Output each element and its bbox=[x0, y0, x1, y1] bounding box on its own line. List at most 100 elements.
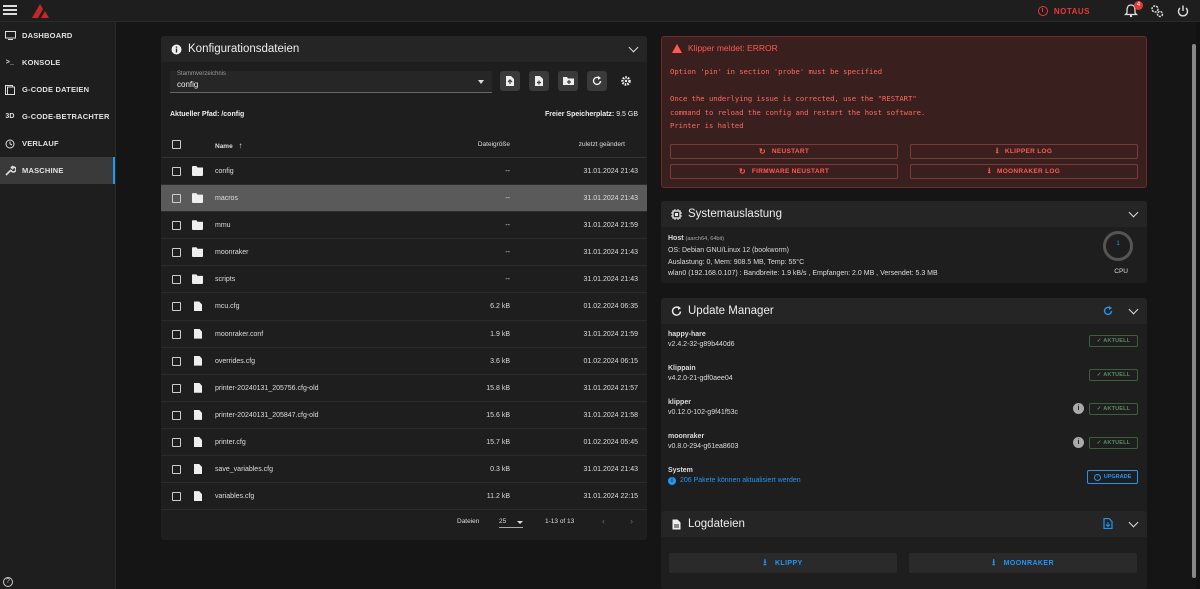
row-checkbox[interactable] bbox=[172, 275, 181, 285]
help-icon[interactable]: ? bbox=[3, 577, 13, 587]
nav-dashboard[interactable]: DASHBOARD bbox=[0, 22, 115, 49]
table-row[interactable]: config -- 31.01.2024 21:43 bbox=[161, 158, 647, 186]
column-size[interactable]: Dateigröße bbox=[478, 141, 510, 148]
sidebar: DASHBOARD >_ KONSOLE G-CODE DATEIEN 3D G-C… bbox=[0, 22, 116, 589]
row-checkbox[interactable] bbox=[172, 410, 181, 420]
klippy-log-button[interactable]: ⭳ KLIPPY bbox=[669, 553, 897, 573]
nav-gcode-viewer[interactable]: 3D G-CODE-BETRACHTER bbox=[0, 103, 115, 130]
file-icon bbox=[194, 328, 202, 339]
file-icon bbox=[194, 464, 202, 475]
nav-console[interactable]: >_ KONSOLE bbox=[0, 49, 115, 76]
file-size: -- bbox=[505, 222, 510, 230]
upgrade-button[interactable]: ↑ UPGRADE bbox=[1087, 470, 1138, 484]
restart-button[interactable]: ↻ NEUSTART bbox=[670, 144, 898, 159]
table-row[interactable]: overrides.cfg 3.6 kB 01.02.2024 06:15 bbox=[161, 348, 647, 375]
select-all-checkbox[interactable] bbox=[172, 140, 181, 149]
file-icon bbox=[194, 301, 202, 312]
per-page-select[interactable]: 25 bbox=[499, 518, 523, 528]
update-item-moonraker: moonraker v0.8.0-294-g61ea8603 bbox=[668, 433, 739, 450]
emergency-stop-button[interactable]: NOTAUS bbox=[1037, 6, 1090, 16]
row-checkbox[interactable] bbox=[172, 437, 181, 447]
file-document-icon bbox=[672, 519, 681, 529]
up-to-date-badge: ✓ AKTUELL bbox=[1089, 437, 1138, 449]
file-icon bbox=[4, 84, 16, 95]
upload-file-button[interactable] bbox=[500, 71, 520, 91]
row-checkbox[interactable] bbox=[172, 465, 181, 475]
table-row[interactable]: printer-20240131_205756.cfg-old 15.8 kB 31… bbox=[161, 375, 647, 402]
file-name: mcu.cfg bbox=[215, 303, 240, 311]
settings-button[interactable] bbox=[616, 71, 636, 91]
new-file-button[interactable] bbox=[529, 71, 549, 91]
file-date: 31.01.2024 21:57 bbox=[583, 384, 639, 392]
bell-icon[interactable]: 4 bbox=[1123, 1, 1143, 18]
file-name: moonraker bbox=[215, 249, 249, 257]
row-checkbox[interactable] bbox=[172, 383, 181, 393]
nav-gcode-files[interactable]: G-CODE DATEIEN bbox=[0, 76, 115, 103]
table-row[interactable]: macros -- 31.01.2024 21:43 bbox=[161, 185, 647, 213]
table-row[interactable]: moonraker.conf 1.9 kB 31.01.2024 21:59 bbox=[161, 321, 647, 348]
chevron-down-icon[interactable] bbox=[1128, 517, 1139, 528]
table-row[interactable]: mmu -- 31.01.2024 21:59 bbox=[161, 212, 647, 240]
row-checkbox[interactable] bbox=[172, 221, 181, 231]
chevron-down-icon[interactable] bbox=[1128, 304, 1139, 315]
klipper-error-panel: Klipper meldet: ERROR Option 'pin' in se… bbox=[661, 36, 1147, 188]
info-icon: i bbox=[668, 477, 676, 485]
folder-plus-icon bbox=[563, 77, 574, 85]
moonraker-log-button[interactable]: ⭳ MOONRAKER LOG bbox=[910, 164, 1138, 179]
main-content: Konfigurationsdateien Stammverzeichnis c… bbox=[116, 22, 1196, 589]
table-row[interactable]: printer.cfg 15.7 kB 01.02.2024 05:45 bbox=[161, 429, 647, 457]
error-message: Option 'pin' in section 'probe' must be … bbox=[670, 67, 926, 130]
row-checkbox[interactable] bbox=[172, 194, 181, 204]
row-checkbox[interactable] bbox=[172, 167, 181, 176]
new-folder-button[interactable] bbox=[558, 71, 578, 91]
klipper-log-button[interactable]: ⭳ KLIPPER LOG bbox=[910, 144, 1138, 159]
power-icon[interactable] bbox=[1176, 4, 1190, 18]
file-date: 01.02.2024 06:15 bbox=[583, 357, 639, 365]
table-row[interactable]: save_variables.cfg 0.3 kB 31.01.2024 21:43 bbox=[161, 456, 647, 484]
wrench-icon bbox=[4, 165, 16, 176]
folder-icon bbox=[192, 274, 203, 285]
info-button[interactable]: i bbox=[1073, 403, 1084, 414]
file-date: 31.01.2024 21:43 bbox=[583, 168, 639, 175]
file-download-icon[interactable] bbox=[1103, 518, 1113, 529]
column-name[interactable]: Name ↑ bbox=[215, 141, 243, 150]
config-files-panel: Konfigurationsdateien Stammverzeichnis c… bbox=[161, 36, 647, 540]
file-icon bbox=[194, 355, 202, 366]
host-info: Host (aarch64, 64bit) OS: Debian GNU/Lin… bbox=[668, 235, 938, 277]
table-row[interactable]: moonraker -- 31.01.2024 21:43 bbox=[161, 239, 647, 267]
refresh-icon[interactable] bbox=[1103, 306, 1113, 316]
settings-icon[interactable] bbox=[1150, 4, 1164, 18]
file-size: 0.3 kB bbox=[490, 466, 510, 474]
file-date: 31.01.2024 21:43 bbox=[583, 195, 639, 203]
file-icon bbox=[194, 382, 202, 393]
table-row[interactable]: mcu.cfg 6.2 kB 01.02.2024 06:35 bbox=[161, 293, 647, 321]
row-checkbox[interactable] bbox=[172, 329, 181, 339]
prev-page-icon[interactable]: ‹ bbox=[602, 516, 605, 526]
firmware-restart-button[interactable]: ↻ FIRMWARE NEUSTART bbox=[670, 164, 898, 179]
file-date: 31.01.2024 21:58 bbox=[583, 411, 639, 419]
row-checkbox[interactable] bbox=[172, 356, 181, 366]
info-button[interactable]: i bbox=[1073, 437, 1084, 448]
moonraker-log-button[interactable]: ⭳ MOONRAKER bbox=[909, 553, 1137, 573]
column-modified[interactable]: zuletzt geändert bbox=[579, 141, 625, 148]
next-page-icon[interactable]: › bbox=[630, 516, 633, 526]
nav-history[interactable]: VERLAUF bbox=[0, 130, 115, 157]
chevron-down-icon[interactable] bbox=[628, 42, 639, 53]
file-size: 15.7 kB bbox=[486, 438, 510, 446]
row-checkbox[interactable] bbox=[172, 302, 181, 312]
root-select[interactable]: Stammverzeichnis config bbox=[170, 71, 492, 93]
row-checkbox[interactable] bbox=[172, 492, 181, 502]
menu-icon[interactable] bbox=[3, 3, 17, 17]
file-name: moonraker.conf bbox=[215, 330, 264, 338]
scrollbar[interactable] bbox=[1192, 44, 1196, 578]
table-row[interactable]: variables.cfg 11.2 kB 31.01.2024 22:15 bbox=[161, 483, 647, 511]
update-item-klippain: Klippain v4.2.0-21-gdf0aee04 bbox=[668, 365, 733, 382]
file-name: mmu bbox=[215, 222, 231, 230]
refresh-button[interactable] bbox=[587, 71, 607, 91]
system-packages-link[interactable]: i 206 Pakete können aktualisiert werden bbox=[668, 477, 801, 485]
table-row[interactable]: printer-20240131_205847.cfg-old 15.6 kB 31… bbox=[161, 402, 647, 429]
chevron-down-icon[interactable] bbox=[1128, 207, 1139, 218]
row-checkbox[interactable] bbox=[172, 248, 181, 258]
nav-machine[interactable]: MASCHINE bbox=[0, 157, 115, 184]
table-row[interactable]: scripts -- 31.01.2024 21:43 bbox=[161, 266, 647, 294]
